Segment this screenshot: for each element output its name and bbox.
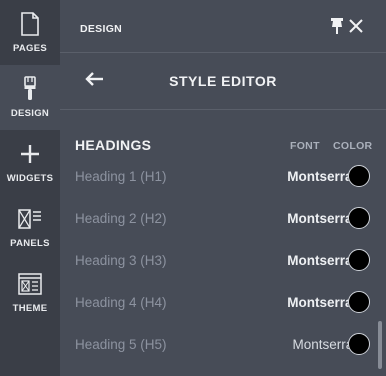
rail-item-label: PANELS xyxy=(10,238,50,249)
theme-window-icon xyxy=(16,270,44,298)
color-swatch[interactable] xyxy=(348,207,370,229)
rail-item-label: DESIGN xyxy=(10,108,50,119)
rail-item-label: PAGES xyxy=(12,43,48,54)
color-column-header: COLOR xyxy=(333,140,373,152)
scrollbar[interactable] xyxy=(378,321,382,369)
heading-row-h2[interactable]: Heading 2 (H2) Montserrat xyxy=(60,200,386,240)
style-editor-title: STYLE EDITOR xyxy=(169,73,277,89)
rail-item-label: WIDGETS xyxy=(6,173,54,184)
heading-font[interactable]: Montserrat xyxy=(287,253,357,268)
panel-title: DESIGN xyxy=(80,23,123,35)
rail-item-label: THEME xyxy=(12,303,48,314)
heading-name: Heading 3 (H3) xyxy=(75,253,167,268)
color-swatch[interactable] xyxy=(348,291,370,313)
heading-row-h5[interactable]: Heading 5 (H5) Montserrat xyxy=(60,326,386,366)
rail-item-widgets[interactable]: WIDGETS xyxy=(0,130,60,195)
page-icon xyxy=(16,10,44,38)
heading-name: Heading 5 (H5) xyxy=(75,337,167,352)
plus-icon xyxy=(16,140,44,168)
heading-row-h4[interactable]: Heading 4 (H4) Montserrat xyxy=(60,284,386,324)
heading-font[interactable]: Montserrat xyxy=(287,295,357,310)
heading-font[interactable]: Montserrat xyxy=(287,169,357,184)
headings-section-title: HEADINGS xyxy=(75,137,152,153)
color-swatch[interactable] xyxy=(348,165,370,187)
close-icon[interactable] xyxy=(348,18,364,34)
heading-name: Heading 2 (H2) xyxy=(75,211,167,226)
panel-layout-icon xyxy=(16,205,44,233)
heading-row-h3[interactable]: Heading 3 (H3) Montserrat xyxy=(60,242,386,282)
color-swatch[interactable] xyxy=(348,333,370,355)
left-rail: PAGES DESIGN WIDGETS PANELS THEME xyxy=(0,0,60,376)
color-swatch[interactable] xyxy=(348,249,370,271)
heading-name: Heading 1 (H1) xyxy=(75,169,167,184)
design-panel: DESIGN STYLE EDITOR HEADINGS FONT COLOR xyxy=(60,0,386,376)
rail-item-panels[interactable]: PANELS xyxy=(0,195,60,260)
rail-item-theme[interactable]: THEME xyxy=(0,260,60,325)
heading-row-h1[interactable]: Heading 1 (H1) Montserrat xyxy=(60,158,386,198)
style-editor-header: STYLE EDITOR xyxy=(60,53,386,110)
font-column-header: FONT xyxy=(290,140,320,152)
rail-item-pages[interactable]: PAGES xyxy=(0,0,60,65)
paintbrush-icon xyxy=(16,75,44,103)
panel-header: DESIGN xyxy=(60,0,386,53)
heading-name: Heading 4 (H4) xyxy=(75,295,167,310)
heading-font[interactable]: Montserrat xyxy=(287,211,357,226)
pin-icon[interactable] xyxy=(328,17,346,35)
rail-item-design[interactable]: DESIGN xyxy=(0,65,60,130)
